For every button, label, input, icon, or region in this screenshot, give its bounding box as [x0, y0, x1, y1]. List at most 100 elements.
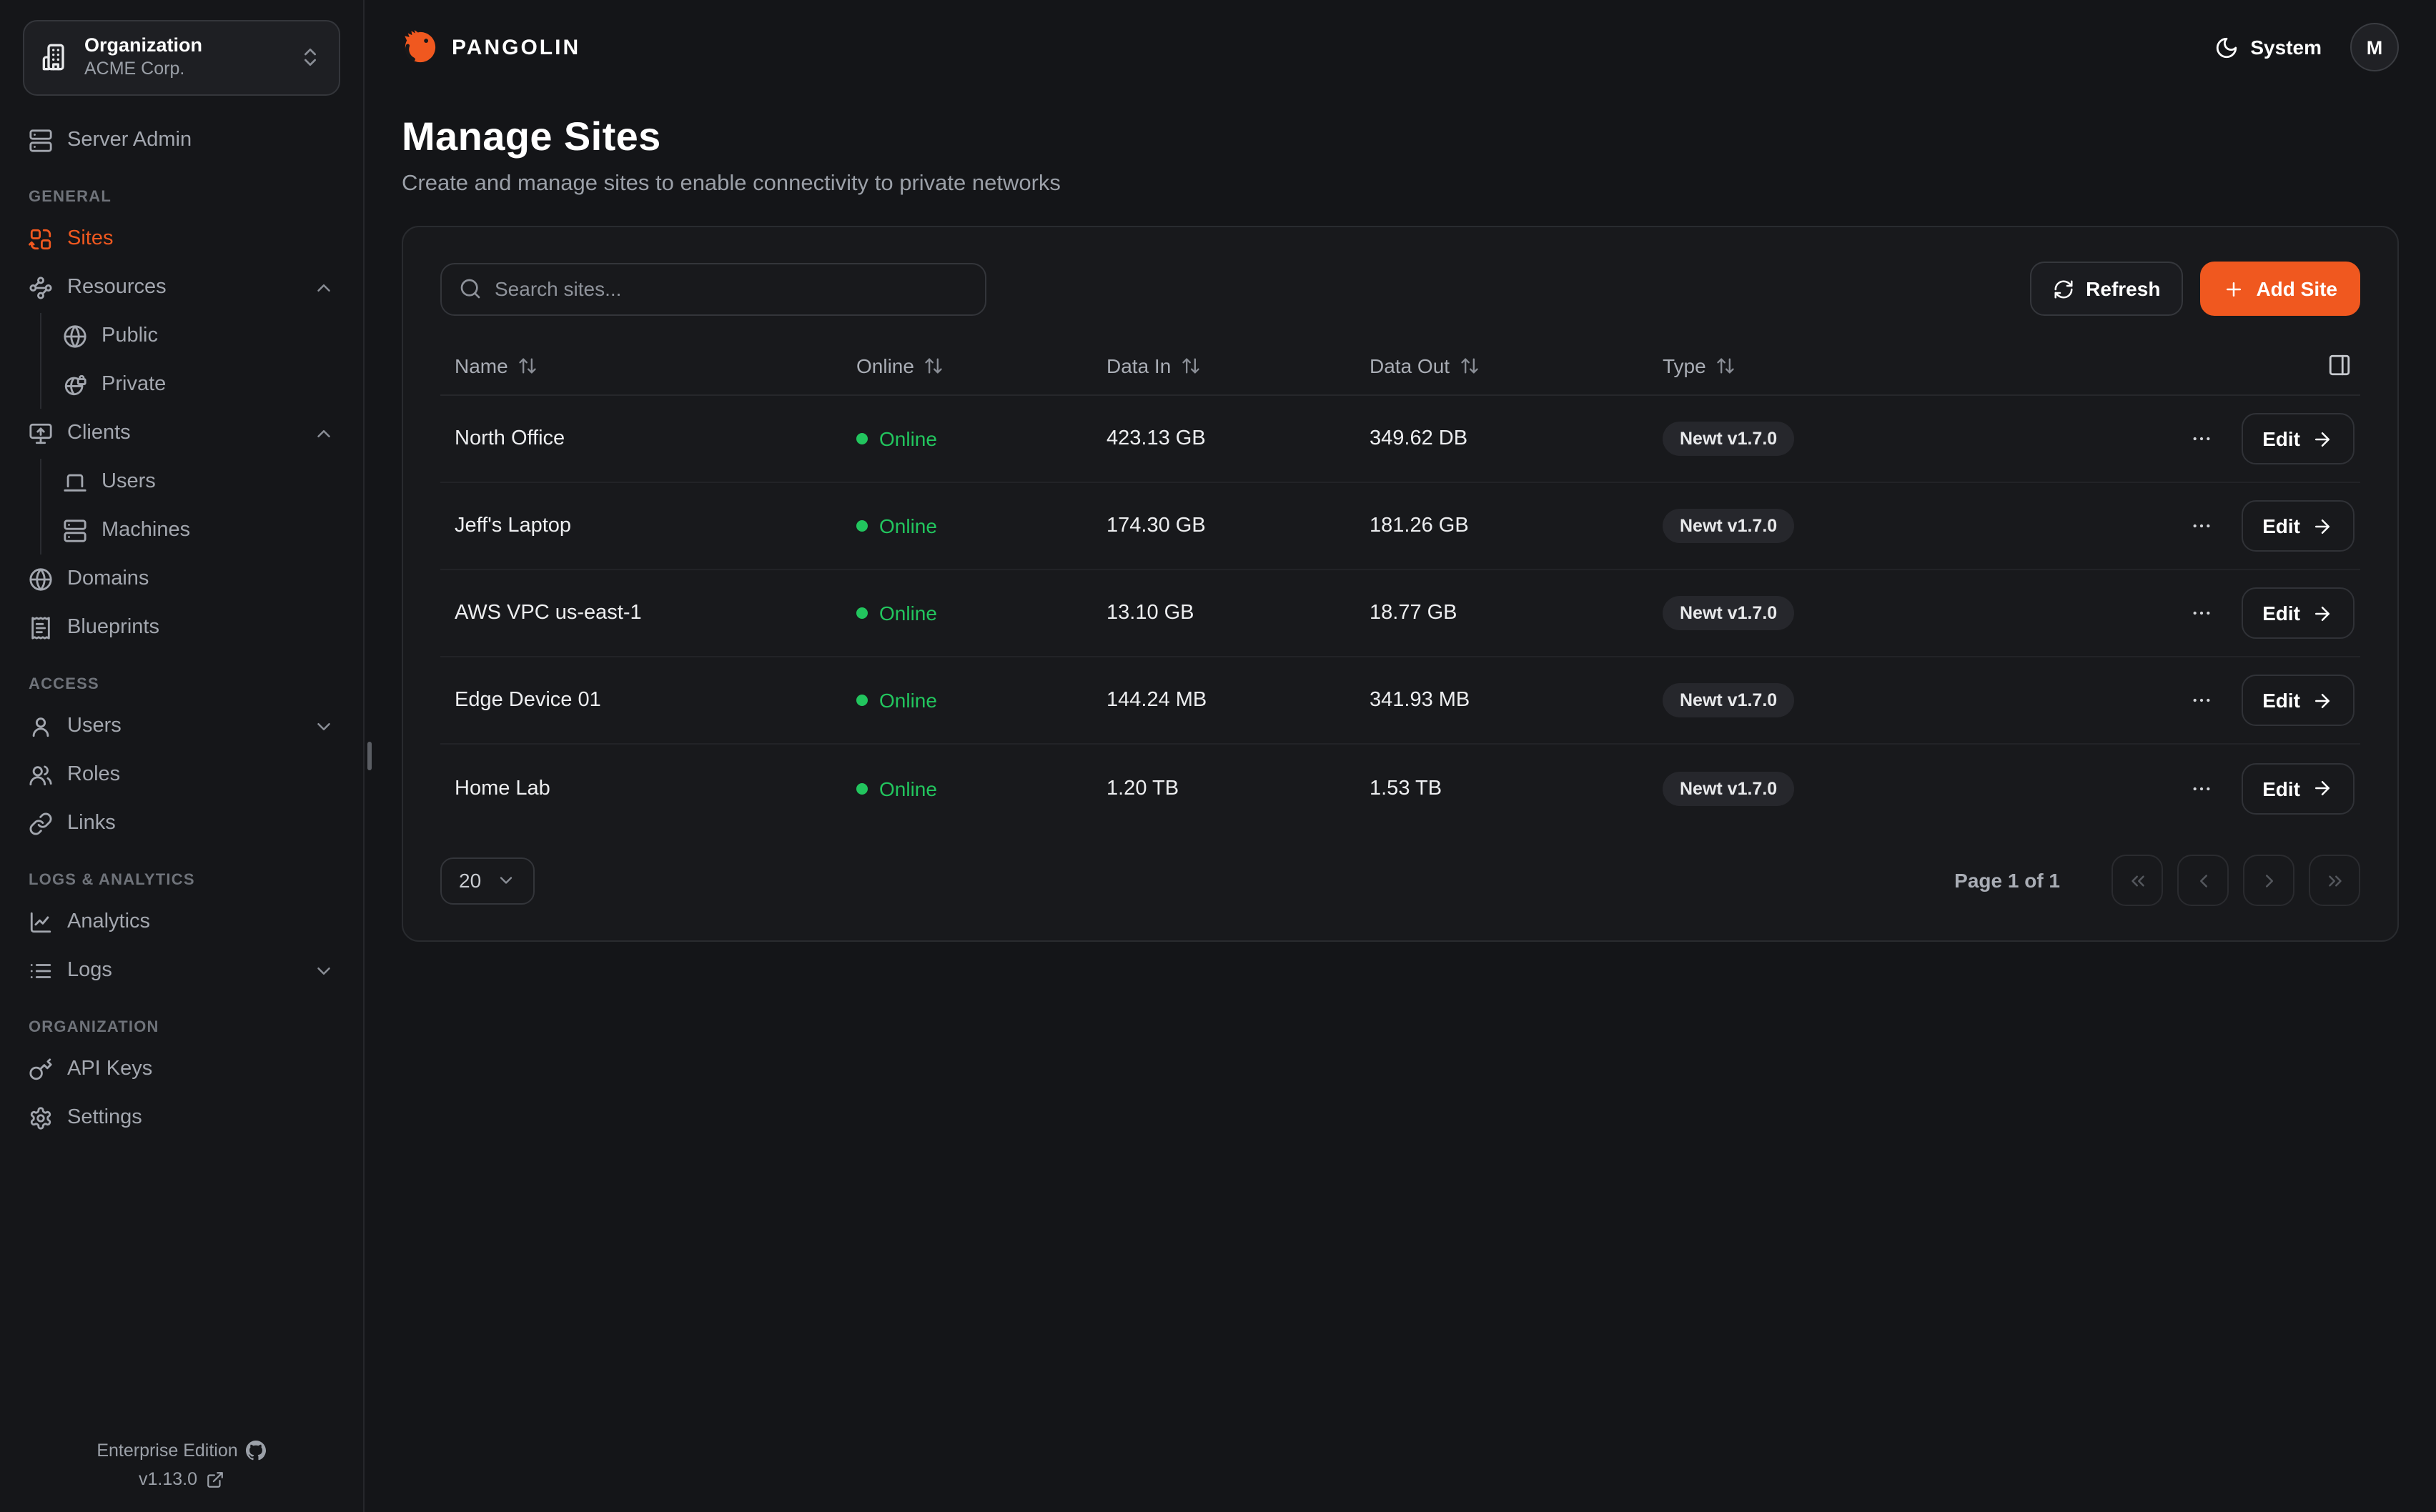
sidebar-scrollbar[interactable] — [367, 742, 372, 770]
chevron-up-icon[interactable] — [313, 422, 335, 444]
sort-icon[interactable] — [1460, 355, 1480, 375]
edit-button[interactable]: Edit — [2241, 762, 2355, 814]
sidebar-item-server-admin[interactable]: Server Admin — [0, 116, 363, 164]
refresh-icon — [2053, 278, 2074, 299]
sidebar-item-users[interactable]: Users — [0, 702, 363, 750]
site-name: Edge Device 01 — [440, 689, 856, 712]
table-row: Jeff's Laptop Online 174.30 GB 181.26 GB… — [440, 483, 2360, 570]
add-site-button[interactable]: Add Site — [2200, 262, 2360, 316]
sidebar-item-public[interactable]: Public — [41, 312, 363, 359]
col-header-data-in[interactable]: Data In — [1106, 354, 1370, 377]
refresh-button[interactable]: Refresh — [2030, 262, 2183, 316]
github-icon[interactable] — [247, 1441, 267, 1461]
data-out: 341.93 MB — [1370, 689, 1663, 712]
server-icon — [63, 518, 87, 542]
site-name: AWS VPC us-east-1 — [440, 602, 856, 625]
users-icon — [29, 762, 53, 787]
row-menu-icon[interactable] — [2184, 771, 2218, 805]
receipt-icon — [29, 615, 53, 640]
data-in: 1.20 TB — [1106, 777, 1370, 800]
sidebar-item-blueprints[interactable]: Blueprints — [0, 604, 363, 651]
edit-button[interactable]: Edit — [2241, 500, 2355, 552]
globe-lock-icon — [63, 372, 87, 397]
sort-icon[interactable] — [518, 355, 538, 375]
chevron-up-icon[interactable] — [313, 277, 335, 298]
columns-toggle-icon[interactable] — [2327, 353, 2352, 377]
sidebar-item-client-users[interactable]: Users — [41, 458, 363, 505]
plus-icon — [2223, 278, 2244, 299]
org-label: Organization — [84, 34, 284, 59]
site-name: Jeff's Laptop — [440, 514, 856, 537]
row-menu-icon[interactable] — [2184, 509, 2218, 543]
status-badge: Online — [856, 514, 1106, 537]
page-size-select[interactable]: 20 — [440, 857, 534, 904]
page-head: Manage Sites Create and manage sites to … — [365, 94, 2436, 197]
pangolin-logo-icon — [402, 29, 439, 66]
section-logs-analytics: LOGS & ANALYTICS — [0, 848, 363, 897]
edit-button[interactable]: Edit — [2241, 675, 2355, 726]
gear-icon — [29, 1105, 53, 1130]
row-menu-icon[interactable] — [2184, 683, 2218, 717]
app-root: Organization ACME Corp. Server Admin GEN… — [0, 0, 2436, 1512]
sort-icon[interactable] — [1181, 355, 1201, 375]
data-out: 181.26 GB — [1370, 514, 1663, 537]
col-header-name[interactable]: Name — [440, 354, 856, 377]
row-menu-icon[interactable] — [2184, 422, 2218, 456]
type-badge: Newt v1.7.0 — [1663, 596, 1794, 630]
list-icon — [29, 958, 53, 983]
sidebar-item-resources[interactable]: Resources — [0, 264, 363, 311]
version-label: v1.13.0 — [139, 1469, 197, 1489]
section-organization: ORGANIZATION — [0, 995, 363, 1044]
chevron-down-icon[interactable] — [313, 715, 335, 737]
sidebar-item-links[interactable]: Links — [0, 800, 363, 847]
section-general: GENERAL — [0, 165, 363, 214]
sidebar-item-sites[interactable]: Sites — [0, 215, 363, 262]
prev-page-button[interactable] — [2177, 855, 2229, 906]
col-header-online[interactable]: Online — [856, 354, 1106, 377]
theme-toggle[interactable]: System — [2214, 35, 2322, 59]
laptop-icon — [63, 469, 87, 494]
sidebar-item-analytics[interactable]: Analytics — [0, 898, 363, 945]
chevron-down-icon[interactable] — [313, 960, 335, 981]
sidebar-item-roles[interactable]: Roles — [0, 751, 363, 798]
search-input[interactable] — [495, 277, 968, 300]
col-header-type[interactable]: Type — [1663, 354, 2146, 377]
col-header-data-out[interactable]: Data Out — [1370, 354, 1663, 377]
site-name: Home Lab — [440, 777, 856, 800]
sidebar-item-settings[interactable]: Settings — [0, 1094, 363, 1141]
row-menu-icon[interactable] — [2184, 596, 2218, 630]
sort-icon[interactable] — [924, 355, 944, 375]
sidebar-item-api-keys[interactable]: API Keys — [0, 1045, 363, 1093]
sort-icon[interactable] — [1716, 355, 1736, 375]
arrow-right-icon — [2312, 690, 2333, 711]
link-icon — [29, 811, 53, 835]
brand-logo[interactable]: PANGOLIN — [402, 29, 580, 66]
sidebar-item-private[interactable]: Private — [41, 361, 363, 408]
external-link-icon[interactable] — [206, 1470, 224, 1488]
sidebar-item-machines[interactable]: Machines — [41, 507, 363, 554]
table-row: Edge Device 01 Online 144.24 MB 341.93 M… — [440, 657, 2360, 745]
online-dot-icon — [856, 695, 868, 706]
org-selector[interactable]: Organization ACME Corp. — [23, 20, 340, 95]
type-badge: Newt v1.7.0 — [1663, 683, 1794, 717]
next-page-button[interactable] — [2243, 855, 2294, 906]
data-out: 1.53 TB — [1370, 777, 1663, 800]
data-out: 349.62 DB — [1370, 427, 1663, 450]
topbar: PANGOLIN System M — [365, 0, 2436, 94]
type-badge: Newt v1.7.0 — [1663, 422, 1794, 456]
sites-icon — [29, 227, 53, 251]
org-value: ACME Corp. — [84, 59, 284, 81]
sidebar-item-domains[interactable]: Domains — [0, 555, 363, 602]
first-page-button[interactable] — [2111, 855, 2163, 906]
sidebar: Organization ACME Corp. Server Admin GEN… — [0, 0, 365, 1512]
edit-button[interactable]: Edit — [2241, 413, 2355, 464]
globe-icon — [29, 567, 53, 591]
avatar[interactable]: M — [2350, 23, 2399, 71]
table-row: North Office Online 423.13 GB 349.62 DB … — [440, 396, 2360, 483]
online-dot-icon — [856, 433, 868, 444]
sidebar-item-logs[interactable]: Logs — [0, 947, 363, 994]
last-page-button[interactable] — [2309, 855, 2360, 906]
monitor-up-icon — [29, 421, 53, 445]
sidebar-item-clients[interactable]: Clients — [0, 409, 363, 457]
edit-button[interactable]: Edit — [2241, 587, 2355, 639]
